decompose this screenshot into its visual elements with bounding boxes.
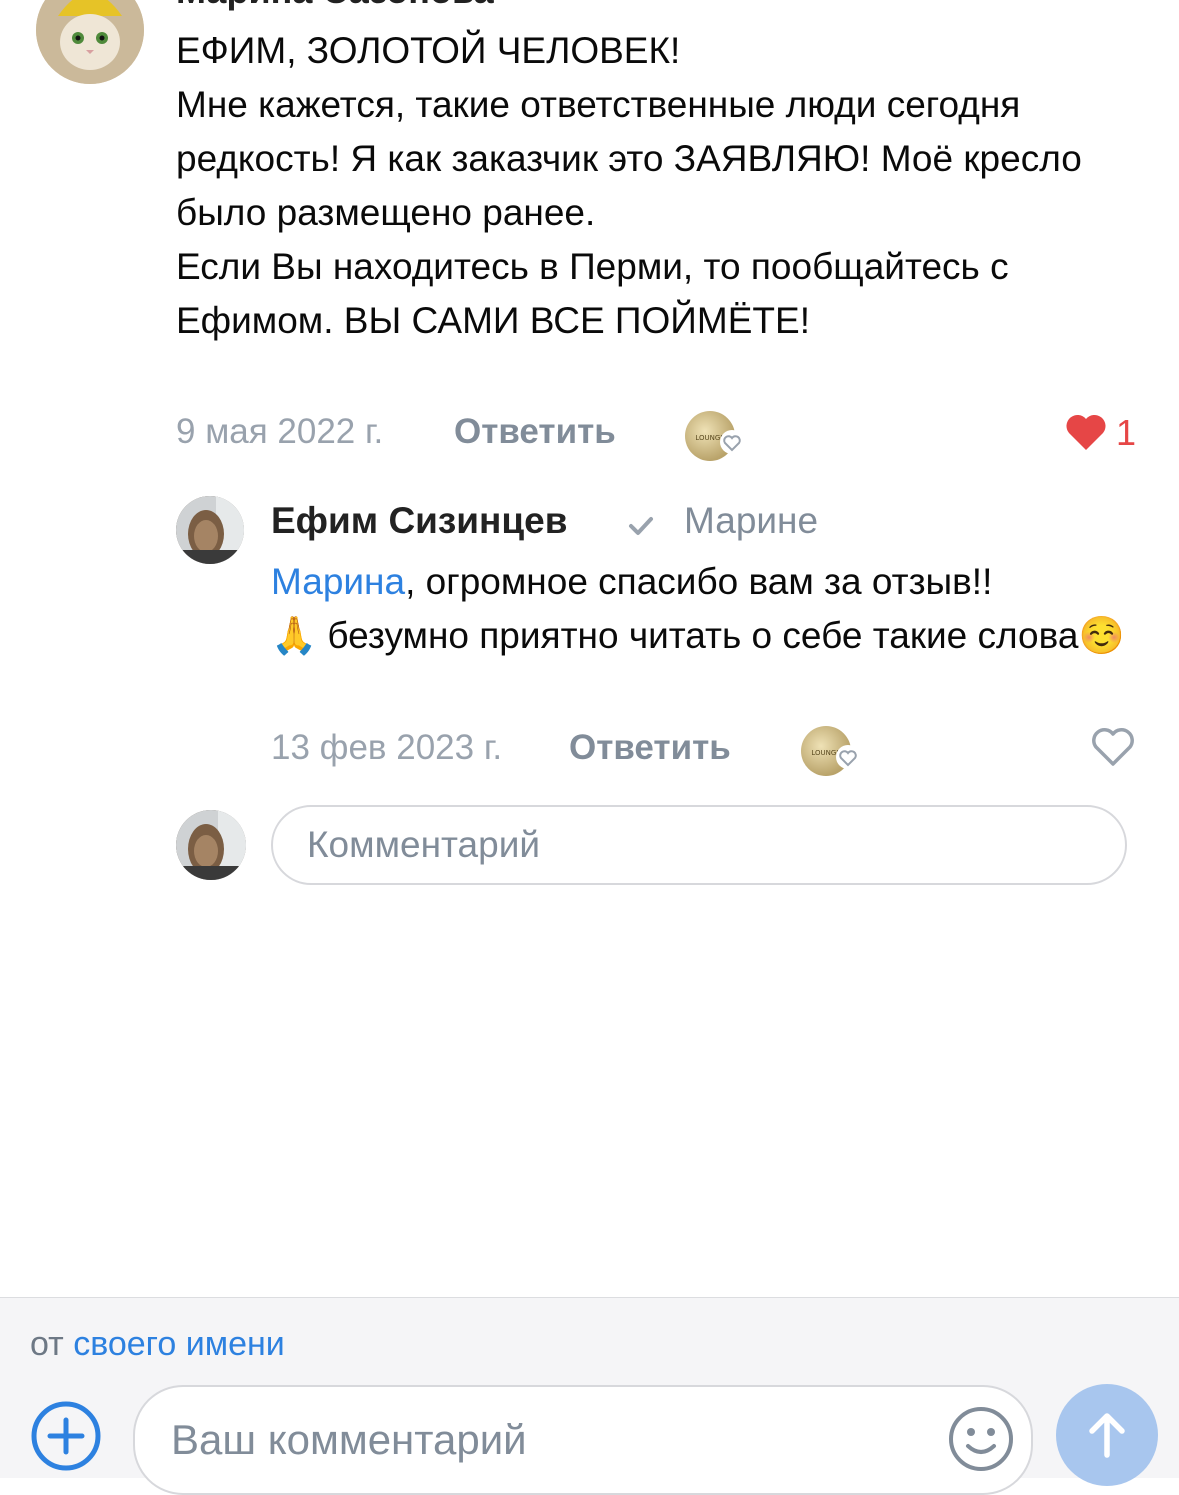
cat-avatar-image xyxy=(36,0,144,84)
avatar-efim[interactable] xyxy=(176,496,244,564)
heart-outline-icon xyxy=(1092,728,1134,766)
avatar-marina[interactable] xyxy=(36,0,144,84)
send-button[interactable] xyxy=(1056,1384,1158,1486)
post-as-label: от своего имени xyxy=(30,1325,285,1364)
reply-community-like-badge[interactable]: LOUNGE xyxy=(800,725,860,777)
inline-comment-input[interactable]: Комментарий xyxy=(271,805,1127,885)
heart-filled-icon xyxy=(1066,414,1106,450)
attach-button[interactable] xyxy=(30,1400,102,1472)
comment-author[interactable]: Марина Сазонова xyxy=(176,0,494,12)
smile-emoji: ☺️ xyxy=(1078,615,1125,656)
post-as-selector[interactable]: своего имени xyxy=(73,1325,285,1363)
reply-reply-button[interactable]: Ответить xyxy=(569,728,731,768)
reply-text-part2: безумно приятно читать о себе такие слов… xyxy=(317,615,1079,656)
comment-input[interactable]: Ваш комментарий xyxy=(133,1385,1033,1495)
reply-author[interactable]: Ефим Сизинцев xyxy=(271,500,567,542)
arrow-up-icon xyxy=(1089,1413,1125,1458)
pray-emoji: 🙏 xyxy=(271,615,318,656)
reply-like-button[interactable] xyxy=(1090,726,1136,773)
comment-text: ЕФИМ, ЗОЛОТОЙ ЧЕЛОВЕК! Мне кажется, таки… xyxy=(176,30,1082,341)
current-user-avatar xyxy=(176,810,246,880)
post-as-prefix: от xyxy=(30,1325,64,1363)
reply-button[interactable]: Ответить xyxy=(454,412,616,452)
lounge-logo-icon: LOUNGE xyxy=(801,726,860,776)
like-button[interactable] xyxy=(1064,412,1108,457)
plus-circle-icon xyxy=(31,1401,101,1471)
reply-to-name[interactable]: Марине xyxy=(684,500,818,542)
verified-check-icon xyxy=(624,509,658,543)
comment-date: 9 мая 2022 г. xyxy=(176,412,384,451)
lounge-logo-icon: LOUNGE xyxy=(685,411,744,461)
mention-link[interactable]: Марина xyxy=(271,561,405,602)
smile-icon xyxy=(949,1407,1013,1471)
efim-avatar-image xyxy=(176,810,246,880)
reply-text: Марина, огромное спасибо вам за отзыв!! … xyxy=(271,555,1151,663)
efim-avatar-image xyxy=(176,496,244,564)
community-like-badge[interactable]: LOUNGE xyxy=(684,410,744,462)
reply-date: 13 фев 2023 г. xyxy=(271,728,503,767)
like-count: 1 xyxy=(1116,412,1137,453)
emoji-button[interactable] xyxy=(946,1404,1016,1474)
reply-text-part1: , огромное спасибо вам за отзыв!! xyxy=(405,561,993,602)
